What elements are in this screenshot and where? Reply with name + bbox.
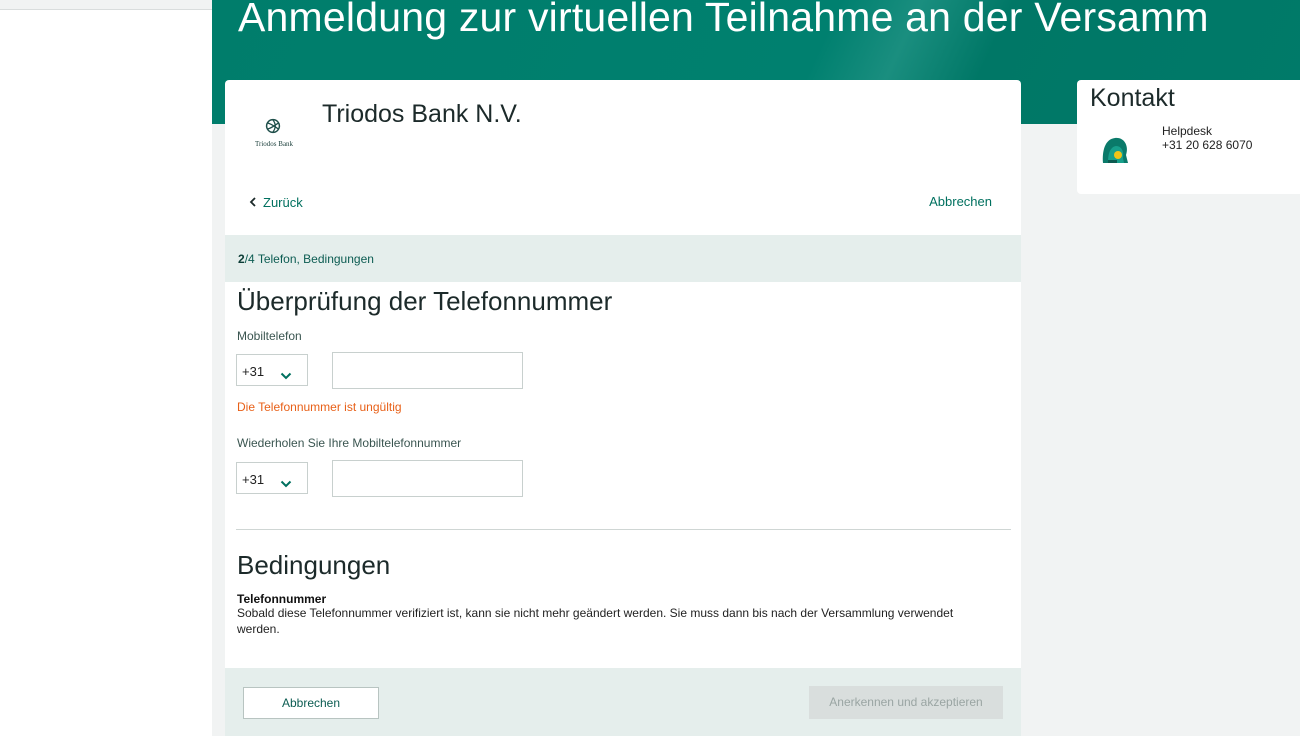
logo-wordmark: Triodos Bank [255, 140, 294, 148]
conditions-text: Sobald diese Telefonnummer verifiziert i… [237, 606, 954, 636]
cancel-link[interactable]: Abbrechen [929, 194, 992, 209]
contact-panel: Kontakt Helpdesk +31 20 628 6070 [1077, 80, 1300, 194]
mobile-label: Mobiltelefon [237, 329, 302, 343]
step-text: 2/4 Telefon, Bedingungen [238, 252, 374, 266]
repeat-mobile-number-input[interactable] [332, 460, 523, 497]
mobile-country-code-value: +31 [242, 364, 265, 379]
contact-title: Kontakt [1090, 84, 1175, 112]
page-title: Anmeldung zur virtuellen Teilnahme an de… [238, 0, 1209, 40]
accept-button[interactable]: Anerkennen und akzeptieren [809, 686, 1003, 719]
back-link[interactable]: Zurück [249, 194, 303, 210]
company-name: Triodos Bank N.V. [322, 100, 522, 128]
conditions-heading: Telefonnummer [237, 592, 327, 606]
helpdesk-name: Helpdesk [1162, 124, 1213, 138]
section-divider [236, 529, 1011, 530]
helpdesk-phone[interactable]: +31 20 628 6070 [1162, 138, 1252, 152]
repeat-country-code-select[interactable]: +31 [236, 462, 308, 494]
chevron-left-icon [249, 194, 257, 210]
left-gutter [0, 10, 212, 736]
chevron-down-icon [280, 475, 292, 493]
step-indicator: 2/4 Telefon, Bedingungen [225, 235, 1021, 282]
registration-card: Triodos Bank Triodos Bank N.V. Zurück Ab… [225, 80, 1021, 736]
triodos-logo-icon [265, 118, 281, 134]
company-logo: Triodos Bank [255, 118, 294, 154]
step-current: 2 [238, 252, 245, 266]
back-link-label: Zurück [263, 195, 303, 210]
phone-section-title: Überprüfung der Telefonnummer [237, 286, 613, 316]
cancel-button[interactable]: Abbrechen [243, 687, 379, 719]
mobile-number-input[interactable] [332, 352, 523, 389]
repeat-mobile-label: Wiederholen Sie Ihre Mobiltelefonnummer [237, 436, 462, 450]
phone-error-message: Die Telefonnummer ist ungültig [237, 400, 402, 414]
helpdesk-avatar-icon [1102, 137, 1128, 163]
mobile-country-code-select[interactable]: +31 [236, 354, 308, 386]
chevron-down-icon [280, 367, 292, 385]
repeat-country-code-value: +31 [242, 472, 265, 487]
conditions-title: Bedingungen [237, 550, 391, 580]
action-bar: Abbrechen Anerkennen und akzeptieren [225, 668, 1021, 736]
step-description: /4 Telefon, Bedingungen [244, 252, 374, 266]
